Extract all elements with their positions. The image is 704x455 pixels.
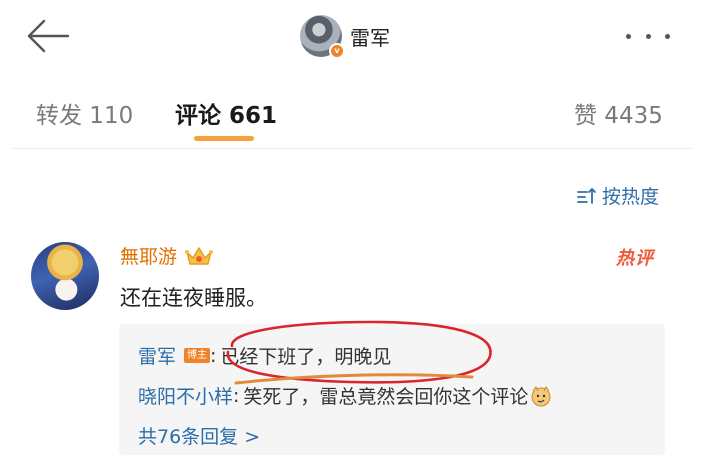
reply-row: 雷军 博主 : 已经下班了，明晚见 [138,342,391,369]
comment-text: 还在连夜睡服。 [120,286,267,310]
reply-author-name[interactable]: 晓阳不小样 [138,382,233,409]
more-dots-icon [645,33,651,39]
header-avatar[interactable]: v [300,15,345,59]
commenter-avatar[interactable] [31,242,99,310]
author-badge: 博主 [184,348,211,363]
more-replies-link[interactable]: 共76条回复 > [138,422,260,449]
doge-emoji-icon [531,385,551,406]
crown-icon [185,246,214,265]
divider [12,148,692,149]
header-title-area[interactable]: v 雷军 [300,14,390,59]
sort-button[interactable]: 按热度 [576,182,659,209]
reply-text: 已经下班了，明晚见 [220,346,392,368]
reply-separator: : [233,384,240,407]
more-replies-label: 共76条回复 > [138,426,261,448]
verified-icon: v [329,43,345,59]
top-bar: v 雷军 [0,0,704,72]
tab-reposts[interactable]: 转发 110 [36,96,133,130]
more-dots-icon [665,33,670,39]
sort-label: 按热度 [602,186,660,208]
more-options-button[interactable] [626,22,670,50]
tab-bar: 转发 110 评论 661 赞 4435 [0,84,704,144]
tab-likes[interactable]: 赞 4435 [574,96,663,130]
reply-separator: : [210,344,217,367]
hot-comment-badge: 热评 [616,248,654,269]
arrow-left-icon [27,19,70,53]
tab-comments[interactable]: 评论 661 [175,96,277,130]
commenter-info: 無耶游 [120,242,215,269]
commenter-username[interactable]: 無耶游 [120,242,177,269]
sort-icon [577,187,596,204]
active-tab-indicator [194,136,254,141]
more-dots-icon [626,33,631,39]
reply-preview-box[interactable]: 雷军 博主 : 已经下班了，明晚见 晓阳不小样 : 笑死了，雷总竟然会回你这个评… [119,324,665,455]
reply-row: 晓阳不小样 : 笑死了，雷总竟然会回你这个评论 [138,382,552,409]
reply-text: 笑死了，雷总竟然会回你这个评论 [243,386,529,408]
page-title: 雷军 [350,25,390,50]
reply-author-name[interactable]: 雷军 [138,342,176,369]
comment-item: 無耶游 热评 还在连夜睡服。 雷军 博主 : 已经下班了，明晚见 晓阳不小样 :… [0,236,704,455]
back-button[interactable] [24,16,72,56]
